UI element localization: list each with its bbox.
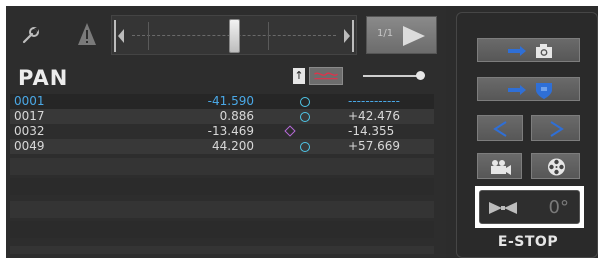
chevron-left-icon bbox=[493, 121, 507, 137]
scrubber-tick bbox=[148, 22, 149, 50]
estop-label[interactable]: E-STOP bbox=[457, 234, 599, 250]
scrubber-tick bbox=[268, 22, 269, 50]
reel-button[interactable] bbox=[531, 153, 580, 179]
axis-panel: 1/1 PAN ↑ 0001 -41.590 ------------ 0017 bbox=[6, 6, 446, 258]
row-ref: -14.355 bbox=[348, 124, 395, 138]
wrench-icon[interactable] bbox=[20, 24, 42, 46]
next-button[interactable] bbox=[531, 115, 580, 141]
page-count: 1/1 bbox=[377, 28, 394, 39]
up-arrow-button[interactable]: ↑ bbox=[293, 68, 305, 84]
row-ref: ------------ bbox=[348, 94, 400, 108]
circle-marker-icon bbox=[300, 142, 310, 152]
keyframe-list: 0001 -41.590 ------------ 0017 0.886 +42… bbox=[10, 94, 434, 254]
play-icon bbox=[403, 26, 425, 46]
row-ref: +42.476 bbox=[348, 109, 401, 123]
video-button[interactable] bbox=[477, 153, 522, 179]
film-reel-icon bbox=[548, 158, 565, 176]
row-value: 0.886 bbox=[219, 109, 254, 123]
row-ref: +57.669 bbox=[348, 139, 401, 153]
chevron-right-icon bbox=[550, 121, 564, 137]
diamond-marker-icon bbox=[284, 125, 296, 137]
empty-row bbox=[10, 221, 434, 238]
camera-icon bbox=[508, 44, 552, 58]
axis-title: PAN bbox=[18, 66, 69, 90]
control-panel: 0° E-STOP bbox=[456, 12, 598, 258]
speed-slider[interactable] bbox=[363, 75, 421, 77]
axis-header-controls: ↑ bbox=[293, 67, 433, 85]
row-id: 0017 bbox=[14, 109, 45, 123]
bowtie-icon bbox=[489, 202, 517, 214]
table-row[interactable]: 0017 0.886 +42.476 bbox=[10, 109, 434, 124]
table-row[interactable]: 0032 -13.469 -14.355 bbox=[10, 124, 434, 139]
capture-shield-button[interactable] bbox=[477, 77, 580, 101]
empty-row bbox=[10, 158, 434, 175]
speed-slider-knob[interactable] bbox=[416, 71, 425, 80]
circle-marker-icon bbox=[300, 112, 310, 122]
row-value: -13.469 bbox=[207, 124, 254, 138]
empty-row bbox=[10, 246, 434, 254]
rotation-value: 0° bbox=[548, 197, 569, 218]
rotation-dial[interactable]: 0° bbox=[479, 190, 580, 224]
skip-end-icon[interactable] bbox=[342, 20, 354, 52]
prev-button[interactable] bbox=[477, 115, 523, 141]
skip-start-icon[interactable] bbox=[114, 20, 126, 52]
timeline-scrubber[interactable] bbox=[111, 15, 357, 55]
app-window: 1/1 PAN ↑ 0001 -41.590 ------------ 0017 bbox=[6, 6, 598, 258]
scrubber-thumb[interactable] bbox=[229, 19, 240, 53]
empty-row bbox=[10, 201, 434, 218]
rotation-dial-frame: 0° bbox=[475, 186, 584, 228]
shield-icon bbox=[508, 83, 552, 99]
circle-marker-icon bbox=[300, 97, 310, 107]
video-camera-icon bbox=[491, 160, 511, 175]
row-value: -41.590 bbox=[207, 94, 254, 108]
toolbar: 1/1 bbox=[6, 6, 446, 60]
row-value: 44.200 bbox=[212, 139, 254, 153]
empty-row bbox=[10, 178, 434, 195]
capture-photo-button[interactable] bbox=[477, 38, 580, 62]
table-row[interactable]: 0049 44.200 +57.669 bbox=[10, 139, 434, 154]
table-row[interactable]: 0001 -41.590 ------------ bbox=[10, 94, 434, 109]
row-id: 0001 bbox=[14, 94, 45, 108]
row-id: 0032 bbox=[14, 124, 45, 138]
warning-icon[interactable] bbox=[77, 22, 97, 46]
wave-icon[interactable] bbox=[309, 67, 343, 85]
row-id: 0049 bbox=[14, 139, 45, 153]
play-button[interactable]: 1/1 bbox=[366, 16, 437, 54]
